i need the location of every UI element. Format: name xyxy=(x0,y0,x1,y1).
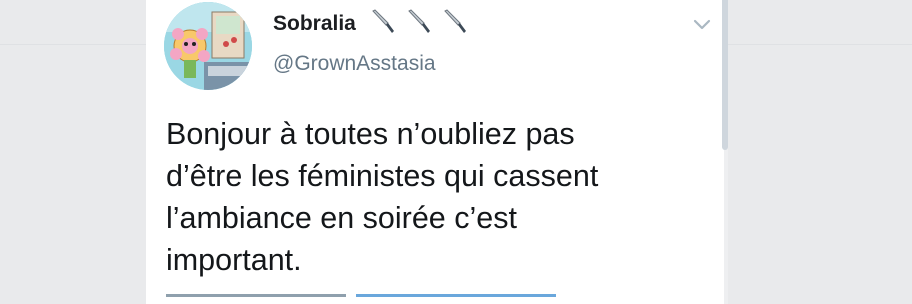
knife-icon xyxy=(408,9,430,33)
chevron-down-icon[interactable] xyxy=(691,16,713,34)
tweet-text-line: l’ambiance en soirée c’est xyxy=(166,201,517,235)
knife-icon xyxy=(372,9,394,33)
display-name[interactable]: Sobralia xyxy=(273,12,356,36)
avatar[interactable] xyxy=(164,2,252,90)
page-background-left xyxy=(0,0,146,304)
tweet-meta-cutoff xyxy=(166,294,586,304)
scrollbar[interactable] xyxy=(722,0,728,150)
avatar-image xyxy=(164,2,252,90)
tweet-card: Sobralia @GrownAsstasia Bonjour à toutes… xyxy=(146,0,724,304)
tweet-text-line: d’être les féministes qui cassent xyxy=(166,159,599,193)
name-emojis xyxy=(369,8,467,36)
tweet-text: Bonjour à toutes n’oubliez pas d’être le… xyxy=(166,113,716,281)
tweet-text-line: Bonjour à toutes n’oubliez pas xyxy=(166,117,575,151)
tweet-text-line: important. xyxy=(166,243,302,277)
user-handle[interactable]: @GrownAsstasia xyxy=(273,52,436,76)
page-background-right xyxy=(728,0,912,304)
knife-icon xyxy=(444,9,466,33)
